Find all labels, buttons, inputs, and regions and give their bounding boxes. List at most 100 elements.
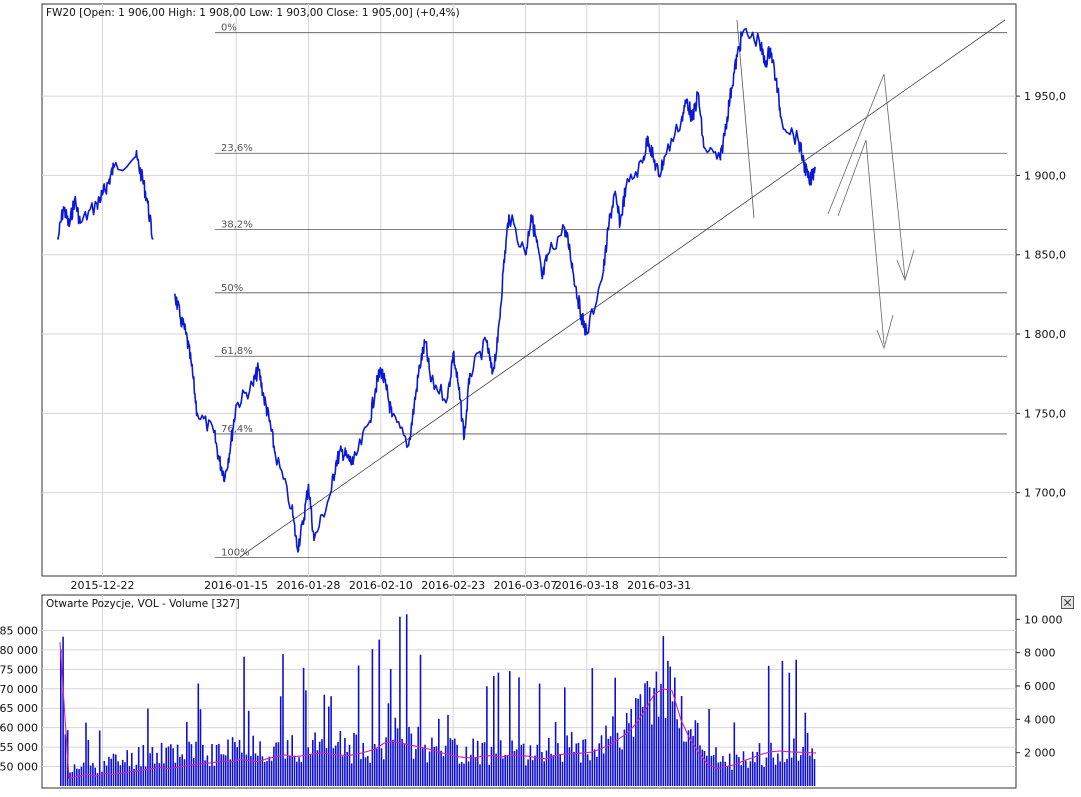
price-point	[179, 317, 182, 320]
volume-bar	[128, 766, 131, 786]
volume-bar	[747, 767, 749, 786]
volume-bar	[380, 748, 383, 786]
price-point	[62, 206, 65, 209]
open-interest-axis-label: 50 000	[0, 761, 38, 774]
price-point	[569, 250, 571, 253]
price-point	[530, 214, 532, 217]
price-point	[151, 238, 154, 240]
volume-bar	[296, 761, 298, 786]
price-chart-title: FW20 [Open: 1 906,00 High: 1 908,00 Low:…	[46, 7, 460, 19]
price-point	[290, 507, 293, 510]
volume-bar	[330, 696, 332, 786]
volume-bar	[525, 765, 527, 786]
price-point	[224, 475, 226, 478]
volume-bar	[222, 754, 225, 786]
volume-bar	[394, 717, 397, 786]
volume-bar	[289, 756, 291, 786]
price-point	[585, 333, 588, 335]
volume-bar	[660, 684, 662, 786]
volume-bar	[247, 710, 250, 786]
volume-bar	[383, 759, 385, 786]
volume-bar	[282, 654, 284, 786]
volume-bar	[570, 731, 573, 786]
volume-bar	[541, 752, 543, 786]
volume-bar	[694, 720, 697, 786]
date-x-label: 2016-02-23	[421, 579, 485, 592]
volume-bar	[701, 749, 704, 786]
volume-bar	[218, 743, 220, 786]
volume-bar	[362, 742, 364, 786]
volume-bar	[550, 753, 552, 786]
price-point	[140, 174, 143, 177]
price-point	[502, 269, 505, 272]
volume-bar	[186, 722, 188, 786]
volume-bar	[197, 683, 200, 786]
volume-bar	[678, 728, 681, 786]
volume-bar	[328, 706, 330, 786]
volume-bar	[341, 756, 344, 786]
volume-bar	[667, 660, 669, 786]
price-point	[329, 491, 332, 494]
open-interest-axis-label: 55 000	[0, 741, 38, 754]
volume-bar	[506, 755, 509, 786]
volume-bar	[254, 753, 257, 786]
price-point	[469, 372, 471, 375]
volume-bar	[463, 763, 465, 786]
volume-bar	[215, 744, 218, 786]
volume-bar	[497, 672, 500, 786]
volume-bar	[435, 746, 438, 786]
volume-bar	[735, 754, 738, 786]
volume-bar	[389, 668, 392, 786]
volume-bar	[561, 761, 564, 786]
volume-bar	[573, 752, 575, 786]
volume-bar	[513, 750, 516, 786]
price-point	[769, 47, 772, 50]
price-point	[413, 404, 416, 407]
volume-bar	[149, 753, 151, 786]
fibonacci-level-label: 61,8%	[221, 346, 253, 357]
volume-bar	[298, 757, 300, 786]
volume-bar	[486, 686, 488, 786]
volume-bar	[481, 743, 484, 786]
open-interest-axis-label: 60 000	[0, 722, 38, 735]
price-point	[196, 412, 199, 415]
volume-bar	[147, 708, 149, 786]
volume-bar	[685, 741, 687, 786]
volume-bar	[156, 752, 158, 786]
volume-bar	[158, 763, 161, 786]
volume-bar	[259, 741, 261, 786]
volume-bar	[806, 733, 809, 786]
volume-bar	[417, 726, 419, 786]
volume-bar	[401, 738, 403, 786]
date-x-label: 2016-01-28	[277, 579, 341, 592]
volume-bar	[536, 744, 539, 786]
volume-bar	[671, 701, 674, 786]
price-point	[407, 444, 410, 446]
price-point	[385, 388, 388, 391]
volume-bar	[520, 745, 523, 786]
volume-bar	[279, 696, 282, 786]
price-point	[302, 523, 304, 526]
volume-panel-frame	[41, 594, 1017, 789]
price-point	[725, 123, 727, 126]
price-point	[218, 460, 221, 462]
close-icon[interactable]	[1061, 596, 1074, 609]
volume-bar	[717, 762, 720, 786]
volume-bar	[745, 760, 747, 786]
volume-bar	[763, 766, 765, 786]
volume-bar	[165, 747, 167, 786]
volume-bar	[779, 761, 781, 786]
volume-bar	[795, 659, 797, 786]
volume-bar	[715, 747, 717, 786]
fibonacci-level-label: 50%	[221, 283, 243, 294]
volume-bar	[110, 758, 112, 786]
price-point	[452, 352, 455, 354]
volume-bar	[758, 743, 761, 786]
volume-bar	[797, 760, 800, 786]
volume-bar	[655, 671, 658, 786]
volume-bar	[749, 761, 752, 786]
price-point	[758, 39, 761, 42]
volume-bar	[632, 736, 635, 786]
volume-bar	[724, 761, 726, 786]
chart-window: 0% 23,6% 38,2% 50% 61,8% 76,4% 100% 1 700,0 1 7…	[0, 0, 1081, 793]
